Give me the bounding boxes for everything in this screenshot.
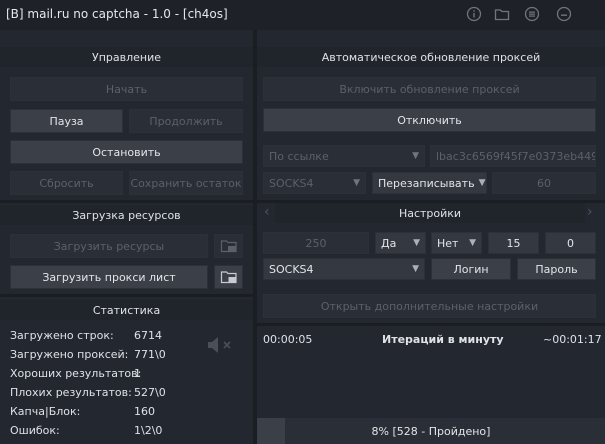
elapsed-time: 00:00:05 <box>263 333 313 346</box>
timeout-input[interactable]: 15 <box>488 232 539 254</box>
resources-header: Загрузка ресурсов <box>0 205 253 225</box>
retries-input[interactable]: 0 <box>545 232 596 254</box>
section-divider <box>0 294 253 297</box>
section-divider <box>0 200 253 203</box>
login-button[interactable]: Логин <box>431 258 511 280</box>
reset-button[interactable]: Сбросить <box>10 171 123 195</box>
proxy-type-value: SOCKS4 <box>269 176 314 190</box>
chevron-left-icon[interactable]: ‹ <box>264 204 270 220</box>
proxy-type-select[interactable]: SOCKS4 ▼ <box>263 172 366 194</box>
stat-label-errors: Ошибок: <box>10 424 60 437</box>
sound-muted-icon[interactable] <box>205 334 235 356</box>
stat-value-good: 1 <box>134 367 141 380</box>
pause-button[interactable]: Пауза <box>10 109 123 133</box>
proxy-kind-select[interactable]: SOCKS4 ▼ <box>263 258 425 280</box>
minimize-icon[interactable] <box>556 6 572 22</box>
stat-value-proxies: 771\0 <box>134 348 166 361</box>
threads-input[interactable]: 250 <box>263 232 369 254</box>
remaining-time: ~00:01:17 <box>543 333 602 346</box>
advanced-settings-button[interactable]: Открыть дополнительные настройки <box>263 294 596 318</box>
option1-select[interactable]: Да ▼ <box>375 232 426 254</box>
chevron-right-icon[interactable]: › <box>587 204 593 220</box>
load-proxies-button[interactable]: Загрузить прокси лист <box>10 265 208 289</box>
panel-divider <box>253 30 257 444</box>
proxy-source-select[interactable]: По ссылке ▼ <box>263 145 425 167</box>
chevron-down-icon: ▼ <box>413 238 420 248</box>
proxy-interval-input[interactable]: 60 <box>492 172 596 194</box>
disable-proxy-update-button[interactable]: Отключить <box>263 108 596 132</box>
proxy-source-value: По ссылке <box>269 149 329 163</box>
password-button[interactable]: Пароль <box>517 258 596 280</box>
stat-value-bad: 527\0 <box>134 386 166 399</box>
chevron-down-icon: ▼ <box>412 151 419 161</box>
resume-button[interactable]: Продолжить <box>129 109 243 133</box>
proxy-mode-select[interactable]: Перезаписывать ▼ <box>372 172 487 194</box>
option2-select[interactable]: Нет ▼ <box>431 232 482 254</box>
stat-value-captcha: 160 <box>134 405 155 418</box>
enable-proxy-update-button[interactable]: Включить обновление проксей <box>263 77 596 101</box>
proxy-url-input[interactable]: lbac3c6569f45f7e0373eb449&ty <box>430 145 596 167</box>
settings-header: Настройки <box>275 203 585 223</box>
start-button[interactable]: Начать <box>10 77 243 101</box>
progress-text: 8% [528 - Пройдено] <box>371 424 491 438</box>
proxy-update-header: Автоматическое обновление проксей <box>257 47 605 67</box>
stat-label-good: Хороших результатов: <box>10 367 142 380</box>
chevron-down-icon: ▼ <box>412 264 419 274</box>
stat-label-proxies: Загружено проксей: <box>10 348 129 361</box>
proxy-mode-value: Перезаписывать <box>378 176 475 190</box>
proxy-kind-value: SOCKS4 <box>269 262 314 276</box>
stats-header: Статистика <box>0 300 253 320</box>
chevron-down-icon: ▼ <box>353 178 360 188</box>
stat-value-lines: 6714 <box>134 329 162 342</box>
load-resources-button[interactable]: Загрузить ресурсы <box>10 234 208 258</box>
chevron-down-icon: ▼ <box>469 238 476 248</box>
stop-button[interactable]: Остановить <box>10 140 243 164</box>
stat-label-bad: Плохих результатов: <box>10 386 132 399</box>
stat-label-captcha: Капча|Блок: <box>10 405 81 418</box>
stat-label-lines: Загружено строк: <box>10 329 114 342</box>
section-divider <box>257 323 605 326</box>
save-rest-button[interactable]: Сохранить остаток <box>129 171 243 195</box>
window-title: [B] mail.ru no captcha - 1.0 - [ch4os] <box>6 7 228 21</box>
menu-icon[interactable] <box>524 6 540 22</box>
folder-upload-icon[interactable] <box>214 234 243 258</box>
stat-value-errors: 1\2\0 <box>134 424 163 437</box>
option1-value: Да <box>381 236 397 250</box>
info-icon[interactable] <box>466 6 482 22</box>
chevron-down-icon: ▼ <box>478 178 486 188</box>
folder-icon[interactable] <box>494 6 510 22</box>
option2-value: Нет <box>437 236 459 250</box>
iterations-label: Итераций в минуту <box>382 333 504 346</box>
folder-upload-icon[interactable] <box>214 265 243 289</box>
control-header: Управление <box>0 47 253 67</box>
